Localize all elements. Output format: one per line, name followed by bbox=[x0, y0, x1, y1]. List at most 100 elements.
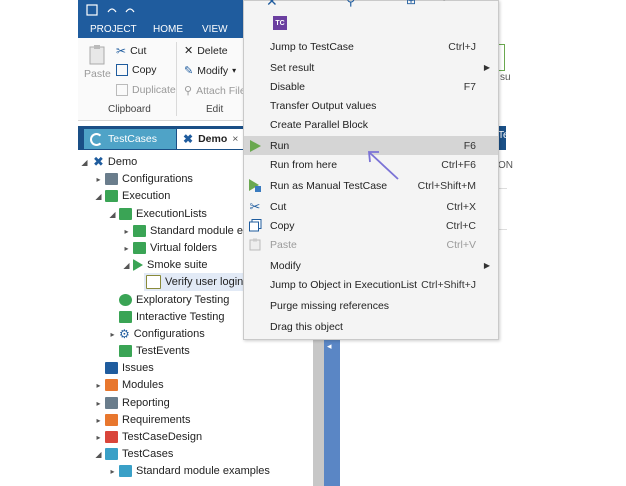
tree-node-standard-module[interactable]: ▸ Standard module e bbox=[122, 223, 243, 239]
menu-shortcut: Ctrl+Shift+M bbox=[417, 179, 476, 192]
tree-node-interactive[interactable]: Interactive Testing bbox=[108, 309, 224, 325]
edge-text-2: su bbox=[500, 72, 511, 83]
menu-label: Create Parallel Block bbox=[270, 118, 369, 131]
collapse-icon[interactable]: ▸ bbox=[122, 227, 131, 236]
attach-file-button[interactable]: ⚲ Attach File bbox=[184, 84, 246, 98]
collapse-icon[interactable]: ▸ bbox=[108, 330, 117, 339]
paste-icon bbox=[248, 238, 262, 252]
execution-icon bbox=[105, 190, 118, 202]
tree-node-executionlists[interactable]: ◢ ExecutionLists bbox=[108, 206, 207, 222]
paste-button[interactable]: Paste bbox=[84, 44, 111, 80]
collapse-arrow-icon[interactable]: ◂ bbox=[327, 341, 332, 352]
menu-item-paste[interactable]: Paste Ctrl+V bbox=[244, 235, 498, 254]
search-icon[interactable]: ⚲ bbox=[346, 0, 356, 9]
run-play-icon bbox=[248, 139, 262, 153]
executionlist-folder-icon bbox=[119, 208, 132, 220]
copy-icon bbox=[116, 64, 128, 76]
tab-view[interactable]: VIEW bbox=[202, 24, 228, 35]
quick-access-icons[interactable] bbox=[86, 4, 146, 18]
testcase-folder-icon bbox=[119, 465, 132, 477]
tree-label: TestEvents bbox=[136, 345, 190, 357]
duplicate-icon bbox=[116, 84, 128, 96]
tree-node-configurations-2[interactable]: ▸ ⚙ Configurations bbox=[108, 326, 204, 342]
tree-node-testcasedesign[interactable]: ▸ TestCaseDesign bbox=[94, 429, 202, 445]
expand-icon[interactable]: ◢ bbox=[94, 450, 103, 459]
delete-label: Delete bbox=[197, 44, 228, 57]
tree-label: Interactive Testing bbox=[136, 311, 225, 323]
menu-toolbar-icons: ✕ ⚲ ⊞ ⌄ bbox=[250, 0, 490, 13]
collapse-icon[interactable]: ▸ bbox=[122, 244, 131, 253]
splitter-handle[interactable]: ◂ bbox=[324, 327, 340, 486]
cut-label: Cut bbox=[130, 45, 147, 57]
menu-label: Transfer Output values bbox=[270, 99, 377, 112]
menu-item-modify[interactable]: Modify ▶ bbox=[244, 256, 498, 275]
paperclip-icon: ⚲ bbox=[184, 85, 193, 97]
tree-node-testevents[interactable]: TestEvents bbox=[108, 343, 190, 359]
menu-label: Cut bbox=[270, 200, 287, 213]
close-icon[interactable]: × bbox=[232, 133, 238, 145]
tree-label: Standard module examples bbox=[136, 465, 270, 477]
menu-item-copy[interactable]: Copy Ctrl+C bbox=[244, 216, 498, 235]
collapse-icon[interactable]: ▸ bbox=[94, 381, 103, 390]
collapse-icon[interactable]: ▸ bbox=[94, 433, 103, 442]
tree-node-testcases[interactable]: ◢ TestCases bbox=[94, 446, 173, 462]
tab-home[interactable]: HOME bbox=[153, 24, 183, 35]
testcase-item-icon bbox=[146, 275, 161, 289]
expand-icon[interactable]: ◢ bbox=[94, 192, 103, 201]
testcase-tc-icon[interactable]: TC bbox=[273, 16, 287, 30]
chevron-down-icon[interactable]: ⌄ bbox=[440, 0, 448, 4]
menu-shortcut: Ctrl+F6 bbox=[441, 158, 476, 171]
menu-shortcut: F7 bbox=[463, 80, 476, 93]
menu-label: Jump to Object in ExecutionList bbox=[270, 278, 418, 291]
menu-item-cut[interactable]: ✂ Cut Ctrl+X bbox=[244, 197, 498, 216]
menu-item-jump-to-object[interactable]: Jump to Object in ExecutionList Ctrl+Shi… bbox=[244, 275, 498, 294]
menu-item-purge[interactable]: Purge missing references bbox=[244, 296, 498, 315]
delete-button[interactable]: ✕ Delete bbox=[184, 44, 228, 58]
scissors-icon: ✂ bbox=[249, 198, 261, 214]
collapse-icon[interactable]: ▸ bbox=[94, 175, 103, 184]
tree-node-requirements[interactable]: ▸ Requirements bbox=[94, 412, 190, 428]
tree-label: Virtual folders bbox=[150, 242, 218, 254]
menu-item-set-result[interactable]: Set result ▶ bbox=[244, 58, 498, 77]
tree-node-standard-module-examples[interactable]: ▸ Standard module examples bbox=[108, 463, 270, 479]
interactive-icon bbox=[119, 311, 132, 323]
collapse-icon[interactable]: ▸ bbox=[94, 416, 103, 425]
attach-file-label: Attach File bbox=[196, 84, 246, 97]
duplicate-button[interactable]: Duplicate bbox=[116, 84, 176, 96]
tree-node-reporting[interactable]: ▸ Reporting bbox=[94, 395, 170, 411]
copy-button[interactable]: Copy bbox=[116, 64, 157, 76]
cut-button[interactable]: ✂ Cut bbox=[116, 44, 146, 58]
tree-label: Execution bbox=[122, 190, 171, 202]
menu-label: Disable bbox=[270, 80, 306, 93]
chevron-down-icon: ▾ bbox=[232, 66, 237, 75]
menu-label: Run bbox=[270, 139, 290, 152]
tree-node-smoke-suite[interactable]: ◢ Smoke suite bbox=[122, 257, 208, 273]
edge-text: ON bbox=[498, 160, 513, 171]
expand-icon[interactable]: ◢ bbox=[80, 158, 89, 167]
tree-node-exploratory[interactable]: Exploratory Testing bbox=[108, 292, 229, 308]
cancel-x-icon[interactable]: ✕ bbox=[266, 0, 278, 10]
tree-node-demo[interactable]: ◢ ✖ Demo bbox=[80, 154, 137, 170]
collapse-icon[interactable]: ▸ bbox=[94, 399, 103, 408]
menu-item-drag[interactable]: Drag this object bbox=[244, 317, 498, 336]
tree-node-issues[interactable]: Issues bbox=[94, 360, 154, 376]
annotation-arrow-icon bbox=[368, 151, 399, 180]
menu-item-disable[interactable]: Disable F7 bbox=[244, 77, 498, 96]
tree-node-execution[interactable]: ◢ Execution bbox=[94, 188, 170, 204]
modify-button[interactable]: ✎ Modify ▾ bbox=[184, 64, 237, 78]
menu-label: Copy bbox=[270, 219, 295, 232]
tree-node-verify-login[interactable]: Verify user login bbox=[144, 273, 246, 291]
tree-node-modules[interactable]: ▸ Modules bbox=[94, 377, 164, 393]
tab-testcases[interactable]: TestCases bbox=[84, 129, 176, 149]
add-icon[interactable]: ⊞ bbox=[406, 0, 416, 7]
menu-item-create-parallel-block[interactable]: Create Parallel Block bbox=[244, 115, 498, 134]
tree-node-configurations[interactable]: ▸ Configurations bbox=[94, 171, 193, 187]
menu-item-jump-to-testcase[interactable]: Jump to TestCase Ctrl+J bbox=[244, 37, 498, 56]
expand-icon[interactable]: ◢ bbox=[122, 261, 131, 270]
expand-icon[interactable]: ◢ bbox=[108, 210, 117, 219]
tree-node-virtual-folders[interactable]: ▸ Virtual folders bbox=[122, 240, 217, 256]
tab-project[interactable]: PROJECT bbox=[90, 24, 137, 35]
collapse-icon[interactable]: ▸ bbox=[108, 467, 117, 476]
tree-label: Requirements bbox=[122, 414, 191, 426]
menu-item-transfer-output[interactable]: Transfer Output values bbox=[244, 96, 498, 115]
